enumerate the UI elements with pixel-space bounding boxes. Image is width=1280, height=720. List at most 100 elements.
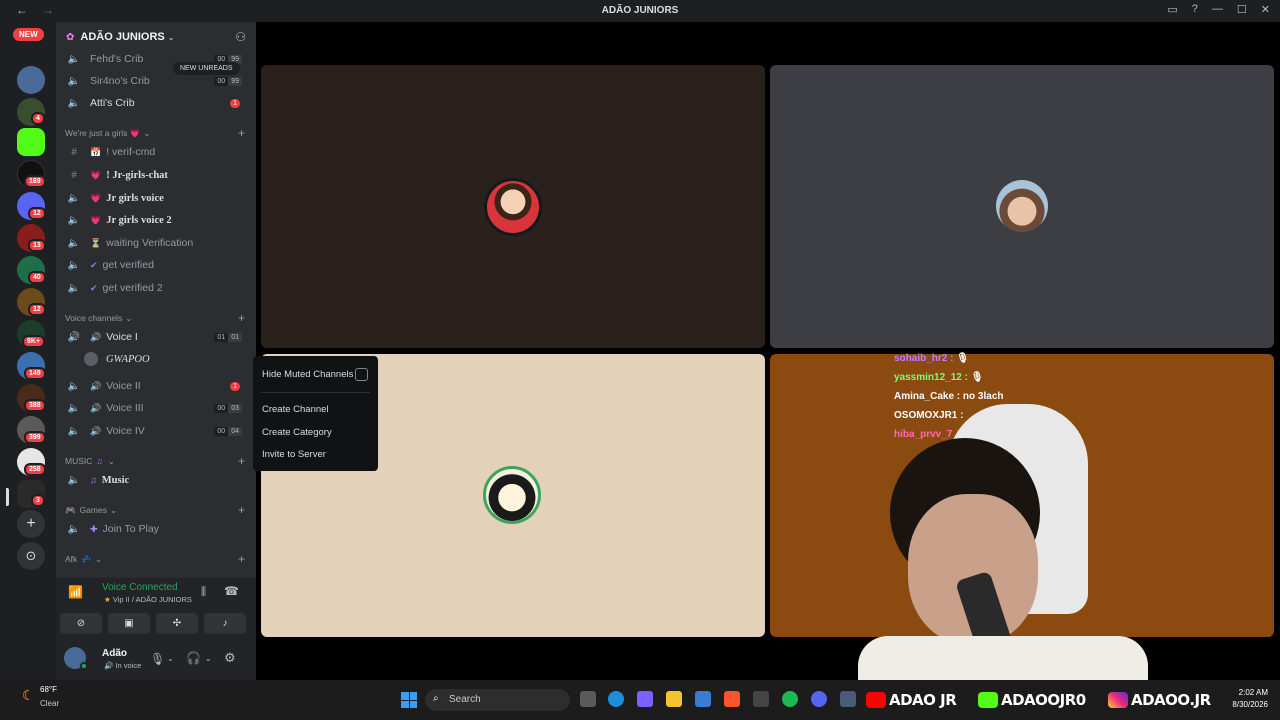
- invite-people-icon[interactable]: ⚇: [235, 30, 246, 44]
- channel-music[interactable]: 🔈 ♫ Music: [64, 470, 250, 490]
- hide-muted-checkbox[interactable]: [355, 368, 368, 381]
- server-icon[interactable]: [17, 66, 45, 94]
- channel-jr-girls-voice[interactable]: 🔈 💗 Jr girls voice: [64, 188, 250, 208]
- speaker-emoji-icon: 🔊: [90, 426, 102, 436]
- settings-taskbar-icon[interactable]: [840, 691, 856, 707]
- category-music[interactable]: MUSIC ♫ ⌄ +: [65, 454, 251, 468]
- voice-speaker-icon: 🔊: [67, 331, 81, 343]
- context-menu: Hide Muted Channels Create Channel Creat…: [253, 356, 378, 471]
- invite-to-server-option[interactable]: Invite to Server: [262, 449, 326, 460]
- channel-jr-girls-chat[interactable]: # 💗! Jr-girls-chat: [64, 165, 250, 185]
- channel-join-to-play[interactable]: 🔈 ✚ Join To Play: [64, 519, 250, 539]
- activities-button[interactable]: ✣: [156, 613, 198, 634]
- channel-voice-3[interactable]: 🔈 🔊 Voice III 00 03: [64, 398, 250, 418]
- file-explorer-icon[interactable]: [666, 691, 682, 707]
- soundboard-icon: ♪: [222, 618, 228, 629]
- weather-temp[interactable]: 68°F: [40, 685, 57, 694]
- create-channel-option[interactable]: Create Channel: [262, 404, 329, 415]
- signal-icon[interactable]: 📶: [68, 585, 83, 599]
- voice-speaker-icon: 🔈: [67, 474, 81, 486]
- unread-badge: 12: [28, 303, 46, 316]
- hourglass-icon: ⏳: [90, 238, 102, 248]
- voice-speaker-icon: 🔈: [67, 259, 81, 271]
- create-category-option[interactable]: Create Category: [262, 427, 332, 438]
- youtube-handle: ADAO JR: [866, 688, 957, 712]
- add-channel-icon[interactable]: +: [238, 503, 245, 517]
- category-voice-channels[interactable]: Voice channels ⌄ +: [65, 311, 251, 325]
- unread-badge: 388: [24, 399, 46, 412]
- minimize-icon[interactable]: —: [1212, 3, 1223, 16]
- channel-voice-1[interactable]: 🔊 🔊 Voice I 01 01: [64, 327, 250, 347]
- help-icon[interactable]: ?: [1192, 3, 1198, 16]
- taskbar-search[interactable]: ⌕ Search: [425, 689, 570, 711]
- soundboard-button[interactable]: ♪: [204, 613, 246, 634]
- chevron-down-icon: ⌄: [125, 312, 133, 323]
- channel-get-verified[interactable]: 🔈 ✔ get verified: [64, 255, 250, 275]
- camera-off-button[interactable]: ⊘: [60, 613, 102, 634]
- heart-emoji-icon: 💗: [90, 192, 102, 203]
- clock[interactable]: 2:02 AM 8/30/2026: [1232, 687, 1268, 711]
- voice-location[interactable]: ★ Vip II / ADÃO JUNIORS: [104, 595, 192, 604]
- add-channel-icon[interactable]: +: [238, 454, 245, 468]
- start-button[interactable]: [401, 692, 417, 708]
- channel-sir4no[interactable]: 🔈 Sir4no's Crib 00 99: [64, 71, 250, 91]
- add-channel-icon[interactable]: +: [238, 311, 245, 325]
- voice-status: Voice Connected: [102, 582, 178, 593]
- explore-icon[interactable]: ⊙: [17, 542, 45, 570]
- store-icon[interactable]: [695, 691, 711, 707]
- channel-voice-4[interactable]: 🔈 🔊 Voice IV 00 04: [64, 421, 250, 441]
- channel-get-verified-2[interactable]: 🔈 ✔ get verified 2: [64, 278, 250, 298]
- voice-speaker-icon: 🔈: [67, 53, 81, 65]
- screen-share-button[interactable]: ▣: [108, 613, 150, 634]
- speaking-participant-avatar[interactable]: [483, 466, 541, 524]
- server-header[interactable]: ✿ ADÃO JUNIORS ⌄ ⚇: [56, 22, 256, 52]
- kick-server-icon[interactable]: [17, 128, 45, 156]
- chevron-down-icon: ⌄: [167, 32, 175, 42]
- headphones-icon[interactable]: 🎧: [186, 651, 201, 665]
- weather-icon[interactable]: ☾: [22, 687, 35, 704]
- brave-icon[interactable]: [724, 691, 740, 707]
- participant-avatar[interactable]: [996, 180, 1048, 232]
- voice-speaker-icon: 🔈: [67, 402, 81, 414]
- add-channel-icon[interactable]: +: [238, 552, 245, 566]
- new-badge[interactable]: NEW: [13, 28, 44, 41]
- chevron-down-icon[interactable]: ⌄: [167, 654, 174, 663]
- copilot-icon[interactable]: [637, 691, 653, 707]
- window-title: ADÃO JUNIORS: [601, 5, 679, 16]
- maximize-icon[interactable]: ☐: [1237, 3, 1247, 16]
- server-rail: NEW 4 169 12 13 40 12 9K+ 149 388 399 25…: [0, 22, 56, 680]
- category-girls[interactable]: We're just a girls 💗 ⌄ +: [65, 126, 251, 140]
- channel-voice-2[interactable]: 🔈 🔊 Voice II 1: [64, 376, 250, 396]
- add-server-icon[interactable]: +: [17, 510, 45, 538]
- microphone-icon[interactable]: 🎙: [150, 652, 165, 666]
- participant-avatar[interactable]: [484, 178, 542, 236]
- streamer-shirt: [858, 636, 1148, 680]
- chat-message: Amina_Cake : no 3lach: [894, 391, 1004, 402]
- channel-waiting-verification[interactable]: 🔈 ⏳ waiting Verification: [64, 233, 250, 253]
- noise-suppression-icon[interactable]: ⫼: [201, 586, 206, 599]
- channel-atti[interactable]: 🔈 Atti's Crib 1: [64, 93, 250, 113]
- add-channel-icon[interactable]: +: [238, 126, 245, 140]
- task-view-icon[interactable]: [580, 691, 596, 707]
- category-afk[interactable]: Afk 💤 ⌄ +: [65, 552, 251, 566]
- discord-taskbar-icon[interactable]: [811, 691, 827, 707]
- voice-member-gwapoo[interactable]: GWAPOO: [84, 349, 270, 369]
- user-panel: Adão 🔊 In voice 🎙 ⌄ 🎧 ⌄ ⚙: [56, 638, 256, 680]
- hide-muted-channels-option[interactable]: Hide Muted Channels: [262, 369, 353, 380]
- server-name: ADÃO JUNIORS: [80, 31, 165, 43]
- spotify-icon[interactable]: [782, 691, 798, 707]
- gear-icon[interactable]: ⚙: [224, 650, 236, 666]
- inbox-icon[interactable]: ▭: [1167, 3, 1177, 16]
- controller-icon: 🎮: [65, 504, 76, 515]
- capcut-icon[interactable]: [753, 691, 769, 707]
- disconnect-icon[interactable]: ☎: [224, 584, 239, 598]
- edge-icon[interactable]: [608, 691, 624, 707]
- speaker-emoji-icon: 🔊: [90, 403, 102, 413]
- heart-emoji-icon: 💗: [90, 214, 102, 225]
- channel-verif-cmd[interactable]: # 📅! verif-cmd: [64, 142, 250, 162]
- chevron-down-icon[interactable]: ⌄: [205, 654, 212, 663]
- voice-speaker-icon: 🔈: [67, 192, 81, 204]
- close-icon[interactable]: ✕: [1261, 3, 1270, 16]
- category-games[interactable]: 🎮 Games ⌄ +: [65, 503, 251, 517]
- channel-jr-girls-voice-2[interactable]: 🔈 💗 Jr girls voice 2: [64, 210, 250, 230]
